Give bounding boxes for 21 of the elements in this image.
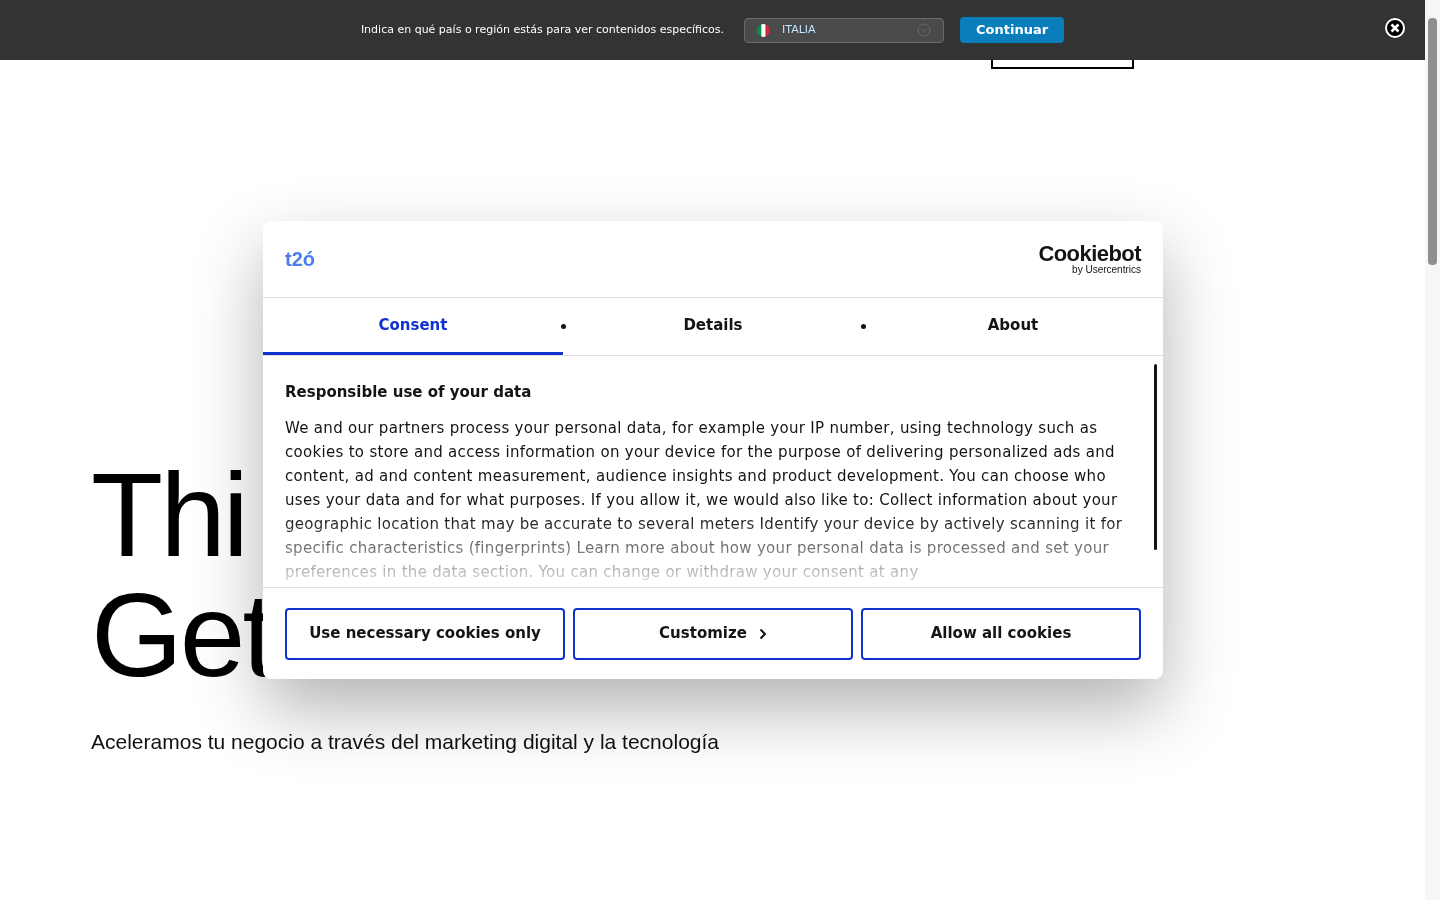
consent-button[interactable]: Use necessary cookies only: [285, 607, 565, 660]
chevron-right-icon: [758, 627, 767, 640]
hero-heading: Get: [91, 575, 273, 695]
country-select[interactable]: ITALIA: [744, 17, 945, 43]
banner-prompt: Indica en qué país o región estás para ver contenidos específicos.: [360, 21, 725, 38]
cookiebot-logo: Cookiebot by Usercentrics: [1038, 243, 1141, 275]
section-heading: Responsible use of your data: [285, 382, 533, 403]
brand-logo: t2ó: [285, 247, 315, 272]
scrollbar[interactable]: [1425, 0, 1440, 900]
flag-icon: [757, 23, 771, 37]
hero-subtitle: Aceleramos tu negocio a través del marketing digital y la tecnología: [91, 729, 719, 755]
dialog-tab[interactable]: Consent: [263, 298, 563, 355]
continue-button[interactable]: Continuar: [960, 17, 1065, 43]
hero-heading: Thi: [91, 455, 248, 575]
dialog-tab[interactable]: Details: [563, 298, 863, 355]
dialog-tab[interactable]: About: [863, 298, 1163, 355]
consent-text: We and our partners process your personal data, for example your IP number, using technology such as cookies to store and access information on your device for the purpose of delivering personalized ads and content, ad and content measurement, audience insights and product development. You can choose who uses your data and for what purposes. If you allow it, we would also like to: Collect information about your geographic location that may be accurate to several meters Identify your device by actively scanning it for specific characteristics (fingerprints) Learn more about how your personal data is processed and set your preferences in the data section. You can change or withdraw your consent at any: [285, 417, 1124, 583]
consent-button[interactable]: Customize: [573, 607, 853, 660]
chevron-down-icon: [917, 23, 932, 37]
consent-button[interactable]: Allow all cookies: [861, 607, 1141, 660]
scroll-thumb[interactable]: [1154, 364, 1157, 550]
